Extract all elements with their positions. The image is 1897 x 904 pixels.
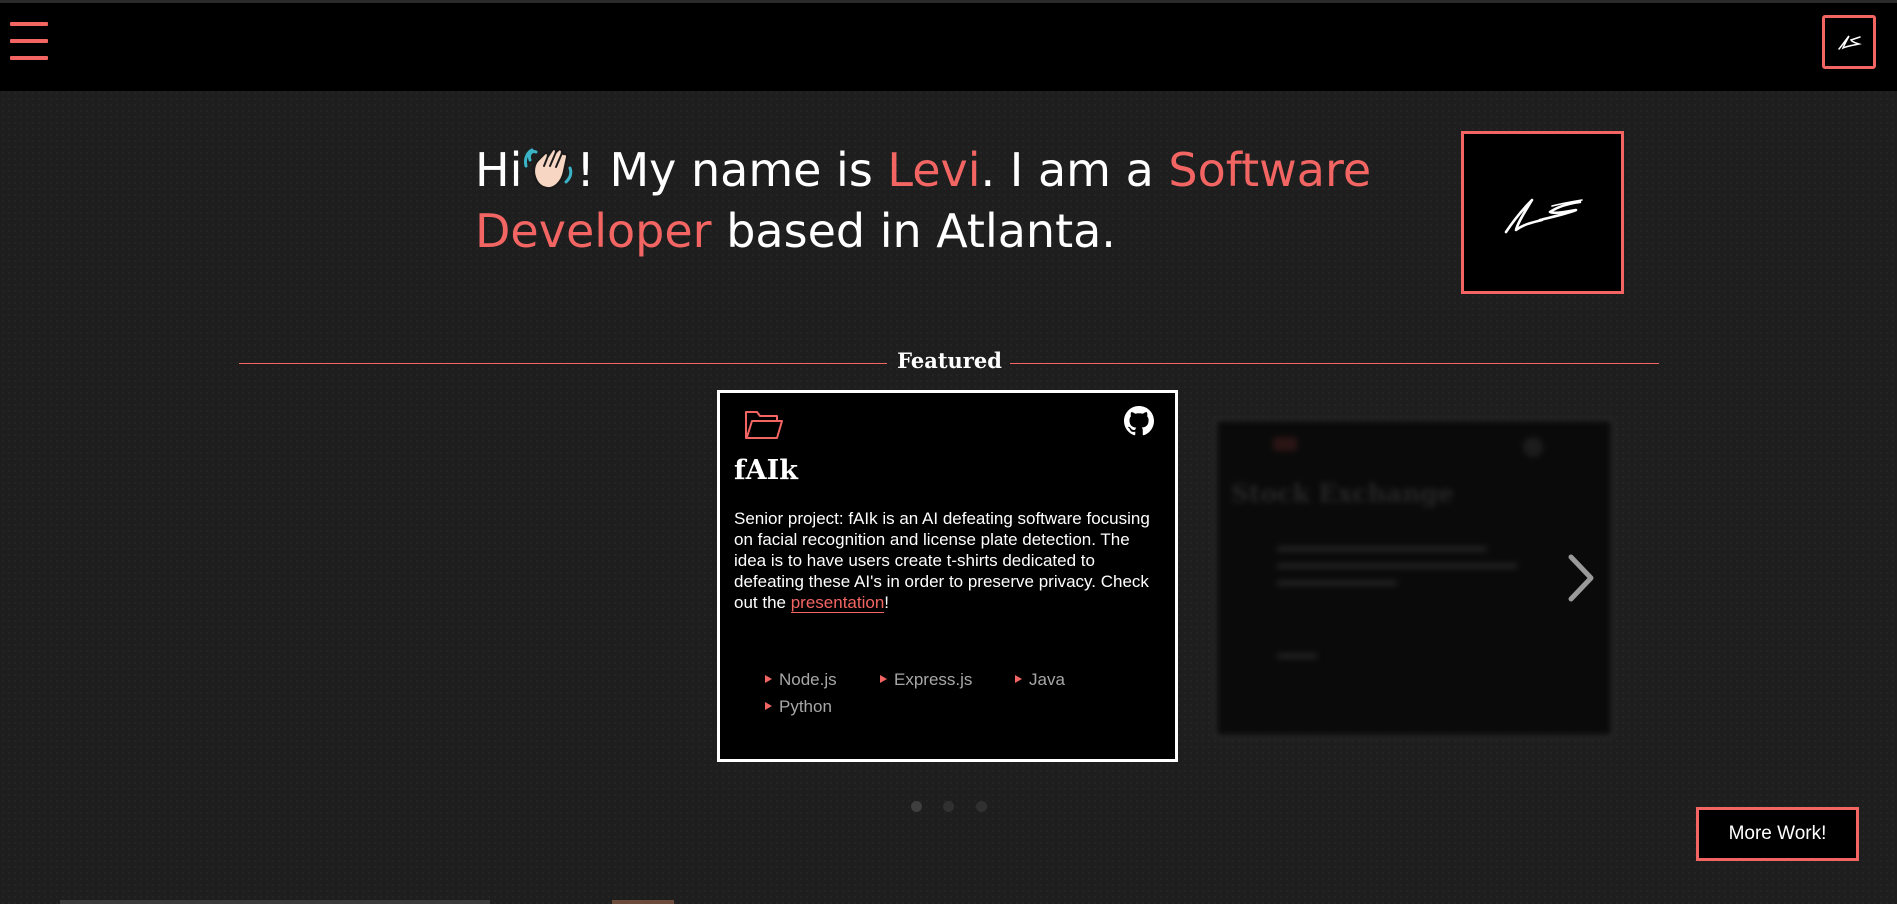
nav-logo-button[interactable] (1822, 15, 1876, 69)
carousel-dot-2[interactable] (943, 801, 954, 812)
card-description: Senior project: fAIk is an AI defeating … (734, 508, 1164, 613)
triangle-bullet-icon (880, 675, 887, 683)
featured-divider-left (239, 363, 887, 364)
signature-logo-icon (1504, 198, 1583, 233)
chevron-right-icon[interactable] (1565, 553, 1597, 603)
folder-icon (745, 411, 783, 439)
carousel-dot-1[interactable] (911, 801, 922, 812)
tech-label: Node.js (779, 670, 837, 689)
navbar (0, 3, 1897, 91)
bottom-edge-accent (612, 900, 674, 904)
tech-item: Node.js (765, 670, 837, 690)
bottom-edge (60, 900, 490, 904)
presentation-link[interactable]: presentation (790, 593, 885, 613)
featured-divider-right (1010, 363, 1659, 364)
hero-text-1: ! My name is (576, 143, 888, 197)
waving-hand-icon (522, 142, 576, 194)
hero-logo (1461, 131, 1624, 294)
tech-item: Python (765, 697, 832, 717)
carousel-dot-3[interactable] (976, 801, 987, 812)
card-title: fAIk (734, 455, 798, 486)
card-title: Stock Exchange (1231, 479, 1454, 508)
hero-heading: Hi ! My name is Levi. I am a Software De… (475, 140, 1415, 262)
hero-text-2: . I am a (980, 143, 1169, 197)
github-icon (1523, 437, 1543, 457)
tech-item: Java (1015, 670, 1065, 690)
project-card-next[interactable]: Stock Exchange (1214, 418, 1614, 738)
blurred-text (1277, 563, 1517, 569)
triangle-bullet-icon (765, 702, 772, 710)
blurred-text (1277, 653, 1317, 659)
hero-text-3: based in Atlanta. (711, 204, 1116, 258)
tech-label: Python (779, 697, 832, 716)
hero-greeting: Hi (475, 143, 523, 197)
folder-icon (1273, 437, 1297, 451)
hamburger-menu-icon[interactable] (10, 21, 48, 61)
tech-label: Express.js (894, 670, 973, 689)
blurred-text (1277, 580, 1397, 586)
triangle-bullet-icon (1015, 675, 1022, 683)
more-work-button[interactable]: More Work! (1696, 807, 1859, 861)
hero-name: Levi (887, 143, 981, 197)
project-card-faik[interactable]: fAIk Senior project: fAIk is an AI defea… (717, 390, 1178, 762)
triangle-bullet-icon (765, 675, 772, 683)
github-icon[interactable] (1124, 406, 1154, 436)
featured-heading: Featured (897, 348, 1002, 373)
blurred-text (1277, 546, 1487, 552)
card-description-end: ! (884, 593, 890, 612)
tech-item: Express.js (880, 670, 972, 690)
signature-logo-icon (1838, 35, 1862, 50)
tech-label: Java (1029, 670, 1065, 689)
